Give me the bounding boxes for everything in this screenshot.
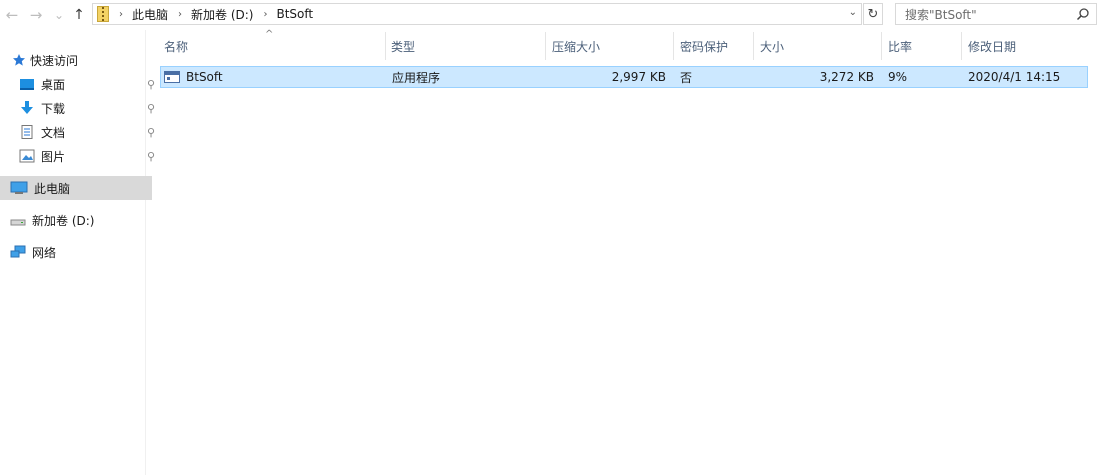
sidebar-item-pictures[interactable]: 图片 ⚲ bbox=[0, 144, 161, 168]
column-header-type[interactable]: 类型 bbox=[387, 31, 545, 61]
pin-icon[interactable]: ⚲ bbox=[147, 102, 155, 115]
file-name: BtSoft bbox=[186, 70, 223, 84]
address-bar[interactable]: › 此电脑 › 新加卷 (D:) › BtSoft ⌄ bbox=[92, 3, 862, 25]
pin-icon[interactable]: ⚲ bbox=[147, 126, 155, 139]
star-icon bbox=[13, 54, 25, 66]
breadcrumb-this-pc[interactable]: 此电脑 bbox=[132, 6, 168, 23]
sidebar-item-label: 下载 bbox=[41, 101, 66, 116]
search-icon[interactable] bbox=[1076, 7, 1090, 21]
document-icon bbox=[21, 125, 33, 139]
search-input[interactable]: 搜索"BtSoft" bbox=[895, 3, 1097, 25]
column-divider[interactable] bbox=[545, 32, 546, 60]
column-divider[interactable] bbox=[753, 32, 754, 60]
sidebar-item-label: 新加卷 (D:) bbox=[32, 213, 95, 228]
column-divider[interactable] bbox=[961, 32, 962, 60]
sidebar-item-label: 文档 bbox=[41, 125, 66, 140]
table-row[interactable]: BtSoft 应用程序 2,997 KB 否 3,272 KB 9% 2020/… bbox=[160, 66, 1088, 88]
desktop-icon bbox=[20, 79, 34, 90]
sidebar-item-label: 快速访问 bbox=[30, 53, 79, 68]
refresh-button[interactable]: ↻ bbox=[863, 3, 883, 25]
sidebar-item-desktop[interactable]: 桌面 ⚲ bbox=[0, 72, 161, 96]
back-button[interactable]: ← bbox=[2, 4, 22, 26]
file-ratio: 9% bbox=[888, 70, 908, 84]
pin-icon[interactable]: ⚲ bbox=[147, 150, 155, 163]
column-header-ratio[interactable]: 比率 bbox=[884, 31, 960, 61]
up-button[interactable]: ↑ bbox=[69, 4, 89, 26]
zip-folder-icon bbox=[97, 6, 109, 22]
breadcrumb-btsoft[interactable]: BtSoft bbox=[276, 7, 313, 21]
sidebar-item-label: 网络 bbox=[32, 245, 57, 260]
file-name-cell[interactable]: BtSoft bbox=[164, 67, 384, 87]
breadcrumb-drive-d[interactable]: 新加卷 (D:) bbox=[191, 6, 253, 23]
chevron-right-icon[interactable]: › bbox=[119, 9, 123, 20]
pin-icon[interactable]: ⚲ bbox=[147, 78, 155, 91]
search-placeholder: 搜索"BtSoft" bbox=[905, 7, 977, 22]
column-header-name[interactable]: 名称 bbox=[160, 31, 385, 61]
file-password-protected: 否 bbox=[680, 70, 693, 85]
sidebar-item-quick-access[interactable]: 快速访问 bbox=[12, 48, 154, 72]
column-header-compressed-size[interactable]: 压缩大小 bbox=[548, 31, 672, 61]
column-header-password[interactable]: 密码保护 bbox=[676, 31, 752, 61]
sidebar-item-drive-d[interactable]: 新加卷 (D:) bbox=[0, 208, 152, 232]
sidebar-item-label: 图片 bbox=[41, 149, 66, 164]
forward-button[interactable]: → bbox=[26, 4, 46, 26]
file-size: 3,272 KB bbox=[819, 70, 874, 84]
address-history-dropdown[interactable]: ⌄ bbox=[849, 7, 857, 18]
computer-icon bbox=[10, 181, 28, 194]
column-divider[interactable] bbox=[673, 32, 674, 60]
sidebar-item-downloads[interactable]: 下载 ⚲ bbox=[0, 96, 161, 120]
sidebar-item-documents[interactable]: 文档 ⚲ bbox=[0, 120, 161, 144]
network-icon bbox=[10, 245, 26, 258]
navigation-pane: 快速访问 桌面 ⚲ 下载 ⚲ 文档 ⚲ 图片 ⚲ 此电脑 新加卷 (D:) 网络 bbox=[0, 30, 155, 475]
sidebar-item-network[interactable]: 网络 bbox=[0, 240, 152, 264]
picture-icon bbox=[19, 149, 35, 163]
chevron-right-icon[interactable]: › bbox=[263, 9, 267, 20]
column-divider[interactable] bbox=[385, 32, 386, 60]
sidebar-item-label: 桌面 bbox=[41, 77, 66, 92]
column-divider[interactable] bbox=[881, 32, 882, 60]
sidebar-item-this-pc[interactable]: 此电脑 bbox=[0, 176, 152, 200]
application-icon bbox=[164, 71, 180, 83]
drive-icon bbox=[10, 219, 26, 226]
download-icon bbox=[21, 101, 33, 114]
chevron-right-icon[interactable]: › bbox=[178, 9, 182, 20]
sidebar-item-label: 此电脑 bbox=[34, 181, 71, 196]
file-modified-date: 2020/4/1 14:15 bbox=[968, 70, 1061, 84]
column-header-size[interactable]: 大小 bbox=[756, 31, 880, 61]
file-type: 应用程序 bbox=[392, 70, 441, 85]
recent-locations-button[interactable]: ⌄ bbox=[49, 4, 69, 26]
file-compressed-size: 2,997 KB bbox=[611, 70, 666, 84]
column-header-modified[interactable]: 修改日期 bbox=[964, 31, 1094, 61]
